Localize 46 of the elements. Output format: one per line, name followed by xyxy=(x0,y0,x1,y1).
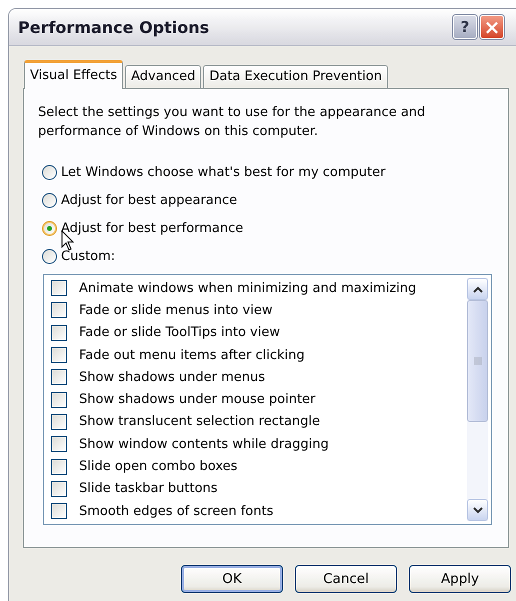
checkbox[interactable] xyxy=(51,324,67,341)
checkbox[interactable] xyxy=(51,458,67,475)
checkbox-label[interactable]: Slide taskbar buttons xyxy=(79,481,218,496)
description-text: Select the settings you want to use for the appearance and performance of Windows on this computer. xyxy=(38,104,426,141)
checkbox-label[interactable]: Show shadows under mouse pointer xyxy=(79,392,316,408)
checkbox-label[interactable]: Fade out menu items after clicking xyxy=(79,348,305,363)
checkbox-label[interactable]: Fade or slide ToolTips into view xyxy=(79,325,280,340)
ok-button[interactable]: OK xyxy=(181,565,283,593)
caret-down-icon xyxy=(472,506,482,514)
checkbox[interactable] xyxy=(51,302,67,318)
radio-label[interactable]: Custom: xyxy=(61,249,116,264)
tab[interactable]: Visual Effects xyxy=(24,60,124,89)
checkbox-label[interactable]: Animate windows when minimizing and maximizing xyxy=(79,280,416,296)
checkbox-label[interactable]: Show window contents while dragging xyxy=(79,436,329,452)
grip-icon xyxy=(474,357,482,365)
window-title: Performance Options xyxy=(18,18,210,36)
tab[interactable]: Advanced xyxy=(125,65,202,88)
checkbox-label[interactable]: Fade or slide menus into view xyxy=(79,302,272,318)
help-button[interactable]: ? xyxy=(453,15,477,39)
checkbox[interactable] xyxy=(51,480,67,497)
checkbox[interactable] xyxy=(51,436,67,452)
checkbox[interactable] xyxy=(51,347,67,364)
scrollbar[interactable] xyxy=(467,278,488,521)
radio-label[interactable]: Adjust for best appearance xyxy=(61,193,238,208)
checkbox[interactable] xyxy=(51,503,67,520)
checkbox-label[interactable]: Slide open combo boxes xyxy=(79,459,238,474)
checkbox[interactable] xyxy=(51,392,67,408)
checkbox[interactable] xyxy=(51,414,67,430)
cancel-button[interactable]: Cancel xyxy=(295,565,397,593)
scroll-thumb[interactable] xyxy=(467,300,488,422)
checkbox-label[interactable]: Show shadows under menus xyxy=(79,370,266,385)
radio-button[interactable] xyxy=(42,193,57,208)
caret-up-icon xyxy=(472,286,482,292)
radio-label[interactable]: Adjust for best performance xyxy=(61,221,244,236)
radio-button[interactable] xyxy=(42,221,57,236)
checkbox[interactable] xyxy=(51,369,67,386)
tab[interactable]: Data Execution Prevention xyxy=(203,65,388,88)
apply-button[interactable]: Apply xyxy=(409,565,511,593)
checkbox-label[interactable]: Smooth edges of screen fonts xyxy=(79,504,274,519)
scroll-down-button[interactable] xyxy=(467,499,488,521)
radio-label[interactable]: Let Windows choose what's best for my computer xyxy=(61,165,386,180)
radio-button[interactable] xyxy=(42,165,57,180)
checkbox[interactable] xyxy=(51,280,67,296)
scroll-up-button[interactable] xyxy=(467,278,488,300)
checkbox-label[interactable]: Show translucent selection rectangle xyxy=(79,414,320,430)
radio-button[interactable] xyxy=(42,249,57,264)
